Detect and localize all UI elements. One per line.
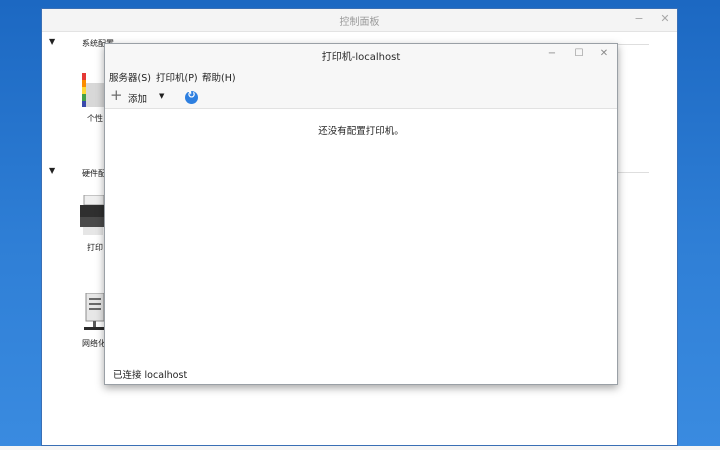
plus-icon: +: [110, 86, 123, 104]
add-button-label: 添加: [128, 94, 148, 105]
control-panel-item-label: 个性: [87, 114, 103, 123]
status-bar: 已连接 localhost: [105, 364, 617, 384]
connection-status: 已连接 localhost: [113, 370, 188, 381]
control-panel-close-button[interactable]: ✕: [658, 12, 672, 26]
control-panel-item-label: 打印: [87, 243, 103, 252]
printer-window-title: 打印机-localhost: [321, 52, 401, 63]
refresh-button[interactable]: ↻: [185, 90, 198, 104]
control-panel-minimize-button[interactable]: −: [632, 12, 646, 26]
control-panel-item-label: 网络化: [82, 339, 106, 348]
printer-window-titlebar[interactable]: 打印机-localhost − ☐ ✕: [105, 44, 617, 66]
empty-printer-message: 还没有配置打印机。: [318, 126, 404, 137]
toolbar: + 添加 ▼ ↻: [105, 86, 617, 109]
desktop-background: 控制面板 − ✕ ▼ 系统配置 个性 ▼ 硬件配 打印 网络化 打印机-loca…: [0, 0, 720, 450]
menu-server[interactable]: 服务器(S): [109, 70, 151, 84]
printer-window: 打印机-localhost − ☐ ✕ 服务器(S) 打印机(P) 帮助(H) …: [104, 43, 618, 385]
printer-icon[interactable]: [80, 195, 106, 237]
control-panel-titlebar[interactable]: 控制面板 − ✕: [42, 9, 677, 32]
menu-printer[interactable]: 打印机(P): [156, 70, 198, 84]
chevron-down-icon[interactable]: ▼: [159, 92, 164, 100]
printer-window-close-button[interactable]: ✕: [597, 47, 611, 61]
control-panel-title: 控制面板: [339, 17, 380, 28]
section-divider: [618, 172, 649, 173]
refresh-icon: ↻: [187, 90, 196, 101]
add-printer-button[interactable]: + 添加 ▼: [110, 86, 172, 106]
printer-window-maximize-button[interactable]: ☐: [572, 47, 586, 61]
section-collapse-arrow-icon[interactable]: ▼: [49, 166, 55, 175]
menu-bar: 服务器(S) 打印机(P) 帮助(H): [105, 66, 617, 86]
printer-window-minimize-button[interactable]: −: [545, 47, 559, 61]
section-collapse-arrow-icon[interactable]: ▼: [49, 37, 55, 46]
printer-list-area[interactable]: 还没有配置打印机。: [105, 109, 617, 364]
taskbar-strip: [0, 446, 720, 450]
menu-help[interactable]: 帮助(H): [202, 70, 236, 84]
section-title-hardware: 硬件配: [82, 169, 106, 178]
